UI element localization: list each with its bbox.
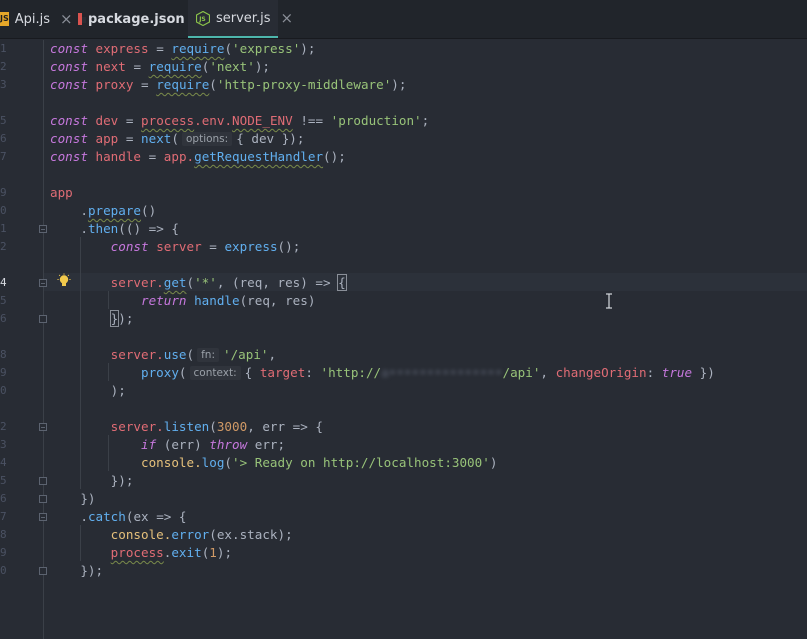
gutter-divider [43, 40, 44, 639]
code-line[interactable]: .catch(ex => { [50, 508, 186, 526]
fold-toggle-icon[interactable] [39, 225, 47, 233]
line-number: 6 [0, 492, 7, 505]
code-line-current[interactable]: server.get('*', (req, res) => { [50, 274, 347, 292]
line-number: 2 [0, 60, 7, 73]
redacted-host: a••••••••••••••• [381, 365, 503, 380]
line-number: 2 [0, 240, 7, 253]
fold-end-icon[interactable] [39, 495, 47, 503]
line-number: 9 [0, 186, 7, 199]
editor-tab-bar: JS Api.js × package.json × JS server.js … [0, 0, 807, 39]
code-line[interactable]: }); [50, 472, 134, 490]
line-number: 6 [0, 132, 7, 145]
line-number: 0 [0, 204, 7, 217]
code-line[interactable]: return handle(req, res) [50, 292, 315, 310]
close-icon[interactable]: × [60, 10, 73, 28]
tab-server-js[interactable]: JS server.js × [188, 0, 293, 38]
line-number: 5 [0, 114, 7, 127]
line-number: 6 [0, 312, 7, 325]
code-line[interactable]: console.error(ex.stack); [50, 526, 293, 544]
js-file-icon: JS [0, 12, 9, 26]
line-number [0, 256, 10, 274]
code-line[interactable]: const proxy = require('http-proxy-middle… [50, 76, 406, 94]
fold-end-icon[interactable] [39, 477, 47, 485]
tab-label: Api.js [14, 11, 51, 27]
line-number: 3 [0, 78, 7, 91]
nodejs-file-icon: JS [196, 10, 210, 26]
tab-api-js[interactable]: JS Api.js × [0, 0, 73, 38]
code-line[interactable]: }) [50, 490, 95, 508]
close-icon[interactable]: × [280, 9, 293, 27]
code-line[interactable]: const server = express(); [50, 238, 301, 256]
line-number [0, 166, 10, 184]
line-number [0, 328, 10, 346]
code-line[interactable]: console.log('> Ready on http://localhost… [50, 454, 497, 472]
fold-end-icon[interactable] [39, 315, 47, 323]
code-line[interactable]: .prepare() [50, 202, 156, 220]
code-line[interactable]: server.use(fn: '/api', [50, 346, 276, 364]
line-number: 9 [0, 366, 7, 379]
line-number: 5 [0, 474, 7, 487]
parameter-hint-fn: fn: [197, 348, 219, 362]
line-number: 0 [0, 384, 7, 397]
line-number: 7 [0, 150, 7, 163]
line-number: 8 [0, 528, 7, 541]
code-line[interactable]: }); [50, 562, 103, 580]
fold-toggle-icon[interactable] [39, 423, 47, 431]
svg-text:JS: JS [198, 16, 206, 23]
code-line[interactable]: const handle = app.getRequestHandler(); [50, 148, 346, 166]
line-number: 9 [0, 546, 7, 559]
parameter-hint-options: options: [181, 132, 233, 146]
code-line[interactable]: if (err) throw err; [50, 436, 285, 454]
line-number: 1 [0, 42, 7, 55]
code-line[interactable]: .then(() => { [50, 220, 179, 238]
code-line[interactable]: const dev = process.env.NODE_ENV !== 'pr… [50, 112, 429, 130]
code-line[interactable]: proxy(context:{ target: 'http://a•••••••… [50, 364, 715, 382]
line-number: 7 [0, 510, 7, 523]
line-number: 1 [0, 222, 7, 235]
tab-label: server.js [216, 10, 271, 26]
line-number [0, 94, 10, 112]
code-line[interactable]: server.listen(3000, err => { [50, 418, 323, 436]
line-number: 0 [0, 564, 7, 577]
line-number-current: 4 [0, 276, 7, 289]
line-number-gutter: 1 2 3 5 6 7 9 0 1 2 4 5 6 8 9 0 2 3 4 5 … [0, 40, 44, 639]
code-line[interactable]: app [50, 184, 73, 202]
fold-end-icon[interactable] [39, 567, 47, 575]
tab-package-json[interactable]: package.json × [78, 0, 207, 38]
code-line[interactable]: process.exit(1); [50, 544, 232, 562]
parameter-hint-context: context: [189, 366, 241, 380]
line-number: 2 [0, 420, 7, 433]
fold-toggle-icon[interactable] [39, 513, 47, 521]
line-number: 5 [0, 294, 7, 307]
matched-brace: { [337, 274, 347, 291]
line-number: 8 [0, 348, 7, 361]
line-number [0, 400, 10, 418]
code-line[interactable]: const express = require('express'); [50, 40, 315, 58]
text-cursor-icon [606, 293, 612, 309]
code-line[interactable]: }); [50, 310, 133, 328]
code-line[interactable]: ); [50, 382, 126, 400]
line-number: 3 [0, 438, 7, 451]
npm-file-icon [78, 13, 86, 25]
code-line[interactable]: const app = next(options:{ dev }); [50, 130, 304, 148]
code-line[interactable]: const next = require('next'); [50, 58, 270, 76]
tab-label: package.json [88, 11, 185, 27]
fold-toggle-icon[interactable] [39, 279, 47, 287]
line-number: 4 [0, 456, 7, 469]
